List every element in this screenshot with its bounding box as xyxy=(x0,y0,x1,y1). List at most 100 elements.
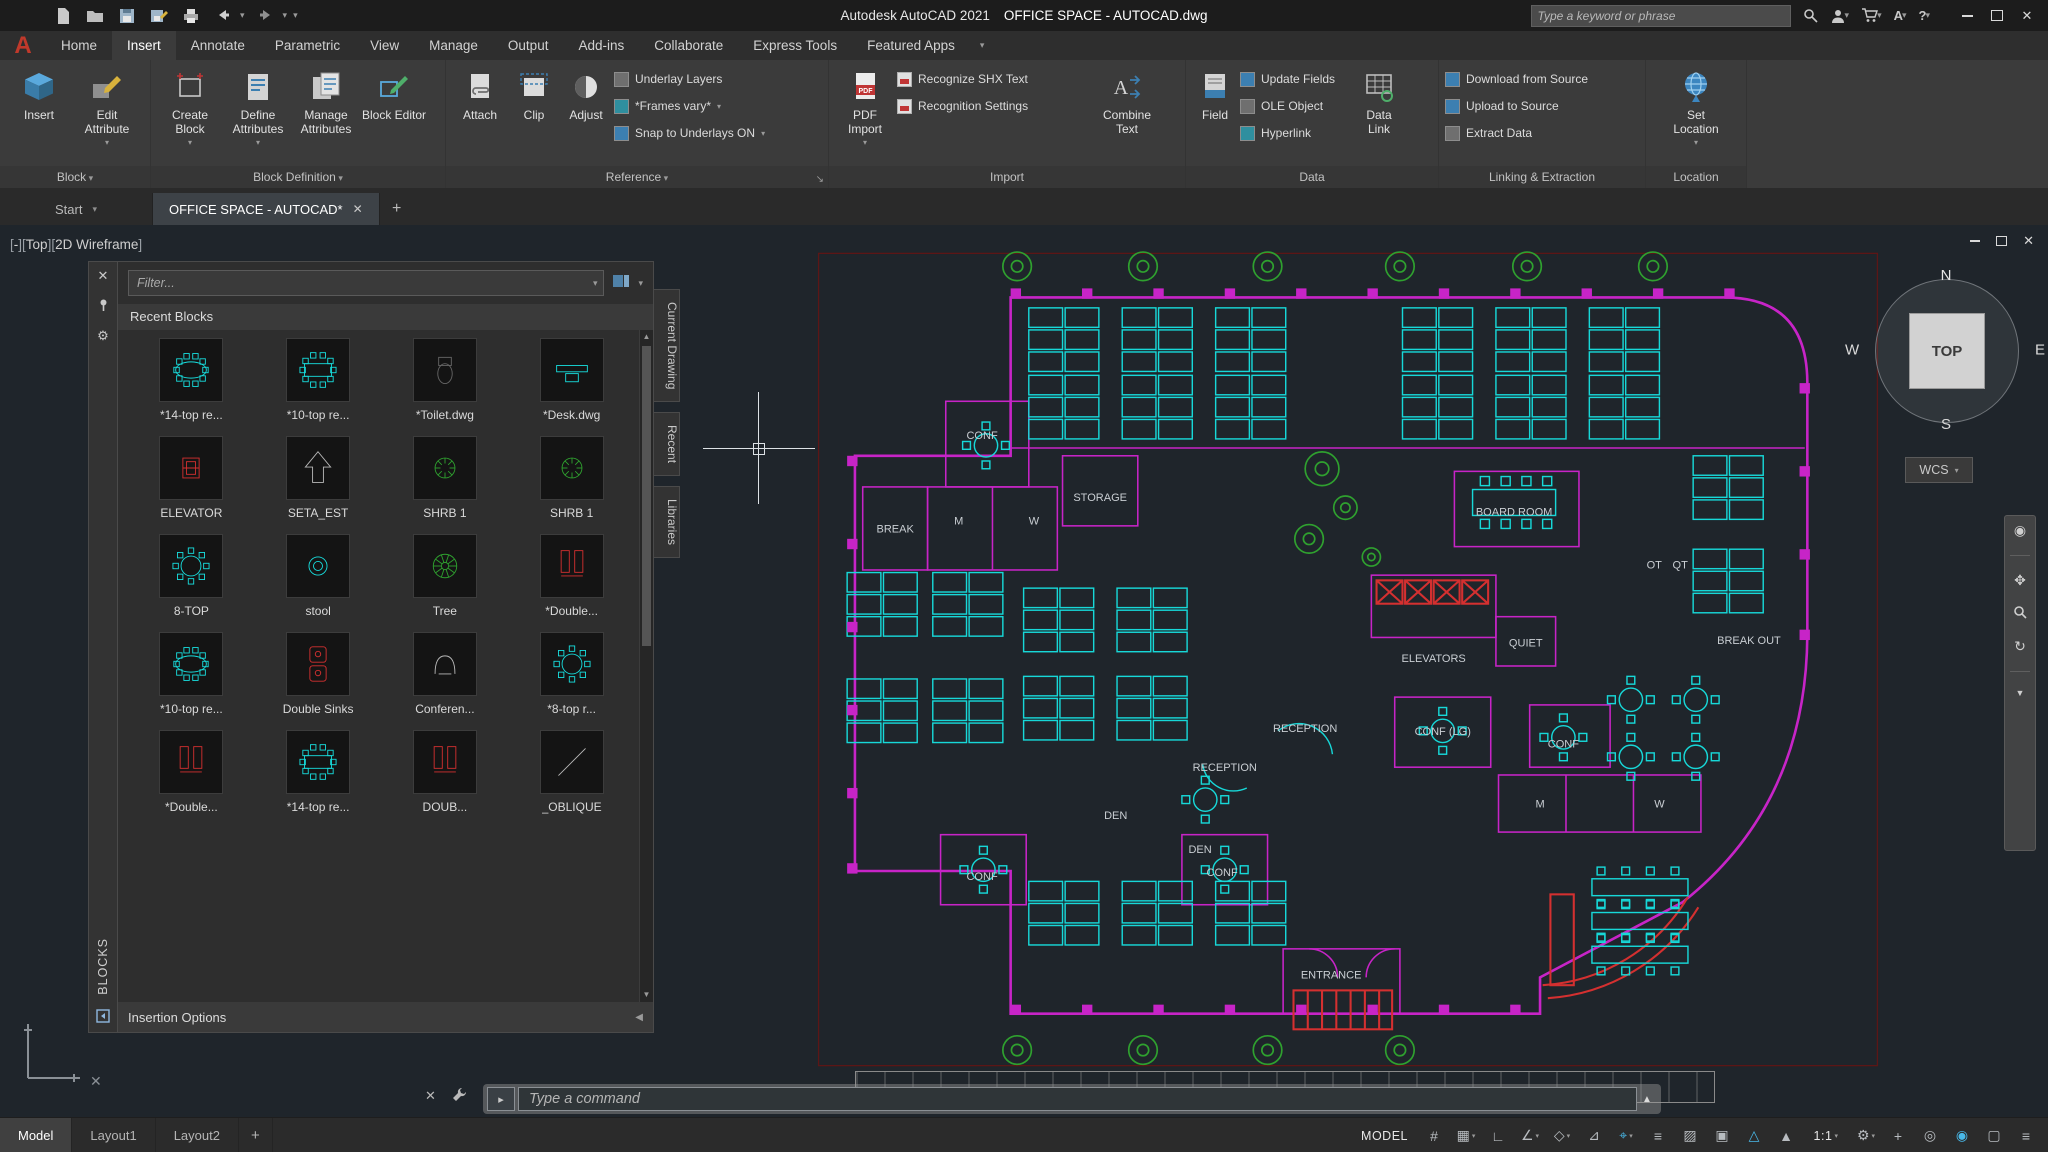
add-layout-button[interactable]: + xyxy=(239,1118,273,1152)
hyperlink-button[interactable]: Hyperlink xyxy=(1240,122,1352,144)
extract-data-button[interactable]: Extract Data xyxy=(1445,122,1588,144)
block-item-toilet-dwg[interactable]: *Toilet.dwg xyxy=(382,338,509,422)
save-icon[interactable] xyxy=(116,6,138,26)
block-item-tree[interactable]: Tree xyxy=(382,534,509,618)
autoscale-icon[interactable]: ▲ xyxy=(1772,1122,1800,1149)
navbar-more-icon[interactable]: ▼ xyxy=(2016,688,2025,698)
block-item-seta-est[interactable]: SETA_EST xyxy=(255,436,382,520)
block-item-10-top-re[interactable]: *10-top re... xyxy=(128,632,255,716)
chevron-down-icon[interactable]: ▾ xyxy=(638,278,643,289)
command-prompt-icon[interactable]: ▸ xyxy=(487,1087,515,1111)
chevron-down-icon[interactable]: ▾ xyxy=(593,278,598,289)
attach-button[interactable]: Attach xyxy=(452,64,508,123)
underlay-layers-button[interactable]: Underlay Layers xyxy=(614,68,765,90)
clip-button[interactable]: Clip xyxy=(510,64,558,123)
view-control[interactable]: Top xyxy=(22,237,51,252)
file-tab-start[interactable]: Start ▾ xyxy=(0,193,153,225)
autocad-logo[interactable]: A xyxy=(0,31,46,60)
scrollbar-thumb[interactable] xyxy=(642,346,651,646)
viewport-menu-control[interactable]: - xyxy=(10,237,22,252)
block-item-shrb-1[interactable]: SHRB 1 xyxy=(508,436,635,520)
close-tab-icon[interactable]: ✕ xyxy=(353,202,363,216)
filter-input[interactable] xyxy=(135,275,593,291)
data-link-button[interactable]: Data Link xyxy=(1354,64,1404,137)
close-button[interactable]: ✕ xyxy=(2012,3,2042,29)
palette-autohide-icon[interactable] xyxy=(96,1009,110,1026)
layout-tab-layout1[interactable]: Layout1 xyxy=(72,1118,156,1152)
drawing-close-icon[interactable]: ✕ xyxy=(2023,233,2034,249)
layout-tab-model[interactable]: Model xyxy=(0,1118,73,1152)
panel-label-location[interactable]: Location xyxy=(1646,166,1746,188)
create-block-button[interactable]: Create Block ▾ xyxy=(157,64,223,147)
recognize-shx-button[interactable]: Recognize SHX Text xyxy=(897,68,1093,90)
open-folder-icon[interactable] xyxy=(84,6,106,26)
pdf-import-button[interactable]: PDF PDF Import ▾ xyxy=(835,64,895,147)
ortho-mode-icon[interactable]: ∟ xyxy=(1484,1122,1512,1149)
polar-tracking-icon[interactable]: ∠ ▾ xyxy=(1516,1122,1544,1149)
ribbon-collapse-icon[interactable]: ▾ xyxy=(970,40,995,51)
new-file-icon[interactable] xyxy=(52,6,74,26)
annotation-scale-icon[interactable]: 1:1 ▾ xyxy=(1804,1122,1848,1149)
object-snap-icon[interactable]: ⌖ ▾ xyxy=(1612,1122,1640,1149)
insert-button[interactable]: Insert xyxy=(6,64,72,123)
palette-scrollbar[interactable]: ▲ ▼ xyxy=(639,330,653,1002)
block-item-double[interactable]: *Double... xyxy=(508,534,635,618)
app-store-cart-icon[interactable]: ▾ xyxy=(1861,8,1882,23)
menu-tab-output[interactable]: Output xyxy=(493,31,564,60)
help-icon[interactable]: ? ▾ xyxy=(1919,8,1930,23)
undo-dropdown-icon[interactable]: ▾ xyxy=(240,10,245,21)
pan-icon[interactable]: ✥ xyxy=(2014,572,2026,589)
block-item-stool[interactable]: stool xyxy=(255,534,382,618)
panel-label-block-definition[interactable]: Block Definition xyxy=(151,166,445,188)
menu-tab-home[interactable]: Home xyxy=(46,31,112,60)
minimize-button[interactable] xyxy=(1952,3,1982,29)
ole-object-button[interactable]: OLE Object xyxy=(1240,95,1352,117)
block-item-8-top-r[interactable]: *8-top r... xyxy=(508,632,635,716)
file-tab-document[interactable]: OFFICE SPACE - AUTOCAD* ✕ xyxy=(153,193,380,225)
edit-attribute-button[interactable]: Edit Attribute ▾ xyxy=(74,64,140,147)
maximize-button[interactable] xyxy=(1982,3,2012,29)
isometric-drafting-icon[interactable]: ◇ ▾ xyxy=(1548,1122,1576,1149)
field-button[interactable]: Field xyxy=(1192,64,1238,123)
snap-to-underlays-button[interactable]: Snap to Underlays ON ▾ xyxy=(614,122,765,144)
collapse-left-icon[interactable]: ◀ xyxy=(635,1012,643,1023)
drawing-restore-icon[interactable] xyxy=(1996,236,2008,246)
block-item-14-top-re[interactable]: *14-top re... xyxy=(128,338,255,422)
palette-tab-recent[interactable]: Recent xyxy=(654,412,680,477)
grid-display-icon[interactable]: # xyxy=(1420,1122,1448,1149)
panel-label-reference[interactable]: Reference xyxy=(446,166,828,188)
panel-label-data[interactable]: Data xyxy=(1186,166,1438,188)
menu-tab-add-ins[interactable]: Add-ins xyxy=(563,31,639,60)
recognition-settings-button[interactable]: Recognition Settings xyxy=(897,95,1093,117)
snap-mode-icon[interactable]: ▦ ▾ xyxy=(1452,1122,1480,1149)
scroll-down-icon[interactable]: ▼ xyxy=(643,988,651,1002)
block-item-desk-dwg[interactable]: *Desk.dwg xyxy=(508,338,635,422)
block-item-oblique[interactable]: _OBLIQUE xyxy=(508,730,635,814)
workspace-switching-icon[interactable]: ⚙ ▾ xyxy=(1852,1122,1880,1149)
block-item-doub[interactable]: DOUB... xyxy=(382,730,509,814)
command-customize-wrench-icon[interactable] xyxy=(452,1087,467,1105)
search-icon[interactable] xyxy=(1803,8,1818,23)
selection-cycling-icon[interactable]: ▣ xyxy=(1708,1122,1736,1149)
block-item-double[interactable]: *Double... xyxy=(128,730,255,814)
wcs-dropdown[interactable]: WCS ▾ xyxy=(1905,457,1973,483)
qat-customize-icon[interactable]: ▾ xyxy=(293,10,298,21)
lineweight-icon[interactable]: ≡ xyxy=(1644,1122,1672,1149)
insertion-options-bar[interactable]: Insertion Options ◀ xyxy=(118,1002,653,1032)
palette-pin-icon[interactable] xyxy=(97,298,110,314)
block-item-10-top-re[interactable]: *10-top re... xyxy=(255,338,382,422)
visual-style-control[interactable]: 2D Wireframe xyxy=(51,237,142,252)
layout-tab-layout2[interactable]: Layout2 xyxy=(156,1118,239,1152)
library-browse-icon[interactable] xyxy=(612,273,630,294)
command-history-expand-icon[interactable]: ▲ xyxy=(1637,1094,1657,1105)
block-item-double-sinks[interactable]: Double Sinks xyxy=(255,632,382,716)
menu-tab-express-tools[interactable]: Express Tools xyxy=(738,31,852,60)
upload-to-source-button[interactable]: Upload to Source xyxy=(1445,95,1588,117)
undo-icon[interactable] xyxy=(212,6,234,26)
redo-dropdown-icon[interactable]: ▾ xyxy=(283,10,288,21)
new-tab-button[interactable]: + xyxy=(380,193,414,225)
menu-tab-insert[interactable]: Insert xyxy=(112,31,176,60)
block-item-8-top[interactable]: 8-TOP xyxy=(128,534,255,618)
clean-screen-icon[interactable]: ▢ xyxy=(1980,1122,2008,1149)
download-from-source-button[interactable]: Download from Source xyxy=(1445,68,1588,90)
